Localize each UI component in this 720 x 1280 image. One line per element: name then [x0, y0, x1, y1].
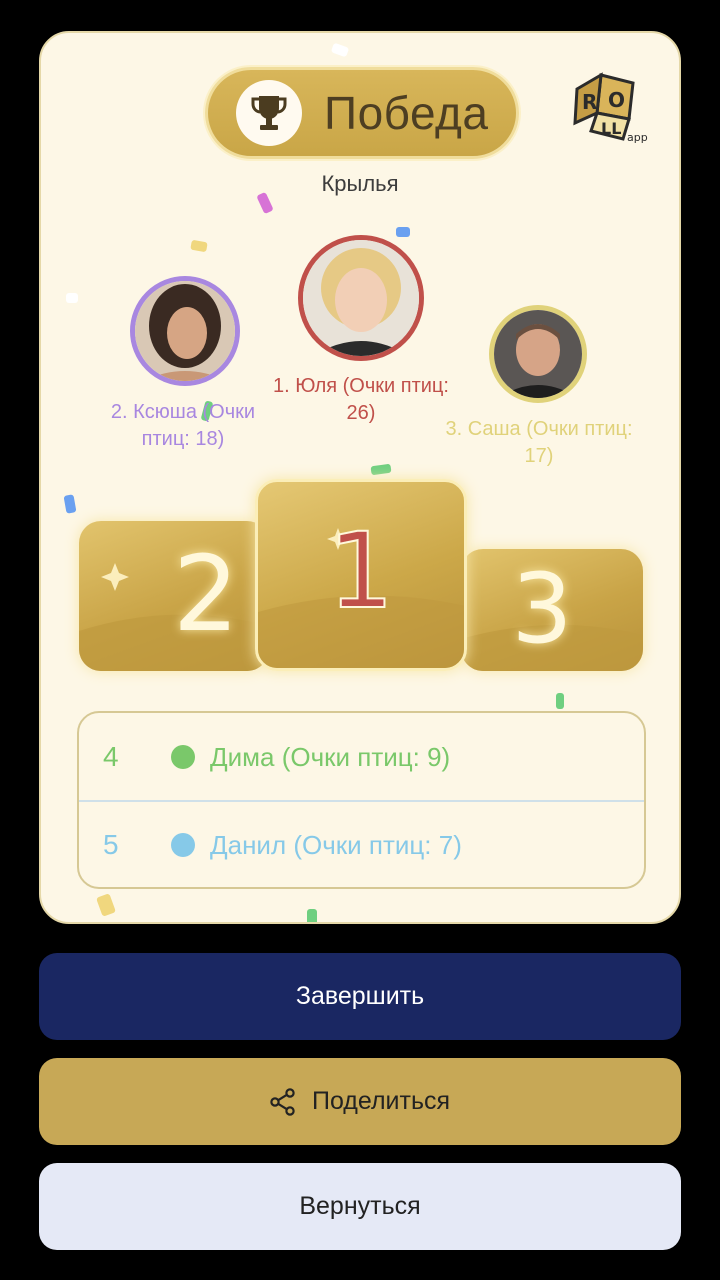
- player-color-dot: [171, 745, 195, 769]
- back-button-label: Вернуться: [299, 1192, 421, 1220]
- game-name: Крылья: [321, 171, 399, 196]
- results-card: Победа R O LL app Крылья 1. Юля (Очки пт…: [39, 31, 681, 924]
- list-item-name: Данил (Очки птиц: 7): [210, 829, 462, 860]
- other-players-list: 4 Дима (Очки птиц: 9) 5 Данил (Очки птиц…: [77, 711, 646, 889]
- podium-rank-1: 1: [327, 509, 395, 633]
- podium-second: 2: [79, 521, 269, 671]
- avatar-third[interactable]: [489, 305, 587, 403]
- avatar-first[interactable]: [298, 235, 424, 361]
- svg-text:app: app: [627, 131, 648, 144]
- list-item: 4 Дима (Очки птиц: 9): [79, 713, 644, 801]
- confetti: [396, 227, 410, 237]
- list-item: 5 Данил (Очки птиц: 7): [79, 801, 644, 889]
- confetti: [307, 909, 317, 922]
- victory-banner: Победа: [205, 67, 519, 159]
- back-button[interactable]: Вернуться: [39, 1163, 681, 1250]
- list-item-name: Дима (Очки птиц: 9): [210, 741, 451, 772]
- podium-third: 3: [461, 549, 643, 671]
- confetti: [66, 293, 78, 303]
- list-item-rank: 4: [103, 741, 119, 772]
- share-button[interactable]: Поделиться: [39, 1058, 681, 1145]
- second-place-label: 2. Ксюша (Очки птиц: 18): [110, 401, 256, 450]
- svg-text:LL: LL: [601, 119, 621, 138]
- trophy-icon: [236, 80, 302, 146]
- podium-first: 1: [255, 479, 467, 671]
- svg-text:R: R: [582, 90, 597, 114]
- confetti: [190, 239, 208, 253]
- page-title: Победа: [324, 87, 489, 139]
- podium-rank-3: 3: [511, 553, 573, 665]
- finish-button[interactable]: Завершить: [39, 953, 681, 1040]
- third-place-label: 3. Саша (Очки птиц: 17): [445, 418, 633, 467]
- confetti: [63, 494, 77, 514]
- finish-button-label: Завершить: [295, 982, 425, 1010]
- confetti: [370, 463, 392, 476]
- confetti: [330, 42, 350, 58]
- podium-rank-2: 2: [172, 533, 240, 655]
- confetti: [556, 693, 564, 709]
- list-item-rank: 5: [103, 829, 119, 860]
- avatar-second[interactable]: [130, 276, 240, 386]
- share-button-label: Поделиться: [311, 1087, 451, 1115]
- svg-text:O: O: [608, 88, 625, 112]
- app-logo: R O LL app: [571, 69, 651, 149]
- confetti: [96, 893, 116, 917]
- player-color-dot: [171, 833, 195, 857]
- share-icon: [270, 1087, 296, 1116]
